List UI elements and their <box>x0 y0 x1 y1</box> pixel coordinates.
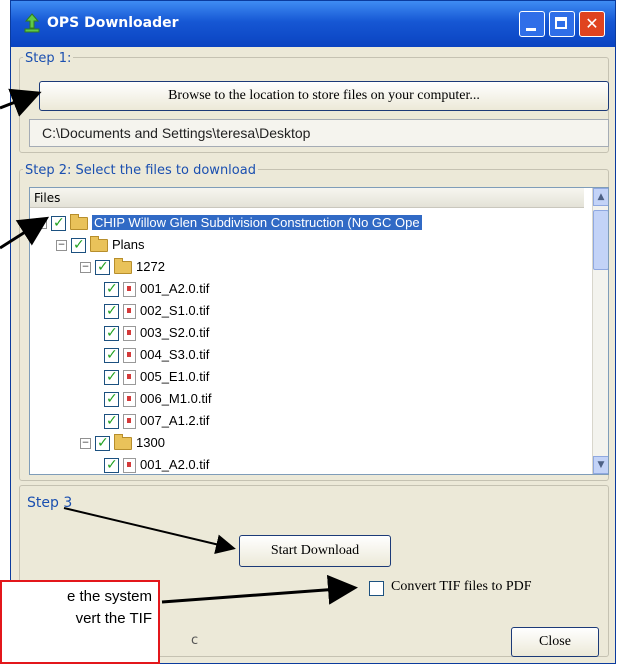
tree-row[interactable]: 001_A2.0.tif <box>104 278 209 300</box>
file-icon <box>123 325 136 341</box>
tree-row-label: 004_S3.0.tif <box>140 347 210 362</box>
folder-icon <box>114 257 132 274</box>
collapse-icon[interactable]: − <box>56 239 67 251</box>
callout-line-1: e the system <box>66 588 152 605</box>
tree-row-label: 003_S2.0.tif <box>140 325 210 340</box>
tree-row-label: 005_E1.0.tif <box>140 369 210 384</box>
tree-row[interactable]: − CHIP Willow Glen Subdivision Constructi… <box>36 212 422 234</box>
tree-row[interactable]: 001_A2.0.tif <box>104 454 210 474</box>
file-icon <box>123 391 136 407</box>
tree-checkbox[interactable] <box>95 256 110 278</box>
tree-row-label: 1300 <box>136 435 165 450</box>
path-field[interactable]: C:\Documents and Settings\teresa\Desktop <box>29 119 609 147</box>
tree-row[interactable]: 004_S3.0.tif <box>104 344 209 366</box>
files-column-header[interactable]: Files <box>30 188 584 208</box>
tree-checkbox[interactable] <box>104 322 119 344</box>
tree-row[interactable]: − Plans <box>56 234 145 256</box>
maximize-button[interactable] <box>549 11 575 37</box>
step3-label: Step 3 <box>27 495 73 511</box>
app-icon <box>24 13 40 33</box>
tree-checkbox[interactable] <box>104 410 119 432</box>
tree-row[interactable]: 002_S1.0.tif <box>104 300 209 322</box>
file-tree[interactable]: Files − CHIP Willow Glen Subdivision Cons… <box>29 187 609 475</box>
callout-box: e the system vert the TIF <box>0 580 160 664</box>
collapse-icon[interactable]: − <box>80 261 91 273</box>
tree-row-label: 006_M1.0.tif <box>140 391 212 406</box>
collapse-icon[interactable]: − <box>36 217 47 229</box>
tree-checkbox[interactable] <box>104 300 119 322</box>
partial-hidden-text: c <box>191 633 199 648</box>
tree-checkbox[interactable] <box>104 454 119 474</box>
tree-row-label: 007_A1.2.tif <box>140 413 210 428</box>
file-icon <box>123 369 136 385</box>
tree-row-label: 002_S1.0.tif <box>140 303 210 318</box>
tree-row[interactable]: 005_E1.0.tif <box>104 366 209 388</box>
close-window-button[interactable] <box>579 11 605 37</box>
scroll-thumb[interactable] <box>593 210 608 270</box>
start-download-button[interactable]: Start Download <box>239 535 391 567</box>
step1-label: Step 1: <box>23 51 74 66</box>
file-icon <box>123 347 136 363</box>
folder-icon <box>90 235 108 252</box>
tree-row-label: CHIP Willow Glen Subdivision Constructio… <box>92 215 422 230</box>
tree-checkbox[interactable] <box>104 344 119 366</box>
convert-pdf-checkbox[interactable] <box>369 581 384 596</box>
title-bar[interactable]: OPS Downloader <box>11 1 615 47</box>
collapse-icon[interactable]: − <box>80 437 91 449</box>
browse-button[interactable]: Browse to the location to store files on… <box>39 81 609 111</box>
tree-checkbox[interactable] <box>104 278 119 300</box>
file-icon <box>123 413 136 429</box>
tree-row[interactable]: 003_S2.0.tif <box>104 322 209 344</box>
scroll-down-icon[interactable]: ▼ <box>593 456 608 474</box>
close-button[interactable]: Close <box>511 627 599 657</box>
tree-checkbox[interactable] <box>71 234 86 256</box>
tree-row-label: Plans <box>112 237 145 252</box>
folder-icon <box>114 433 132 450</box>
tree-row[interactable]: − 1272 <box>80 256 165 278</box>
tree-row[interactable]: − 1300 <box>80 432 165 454</box>
folder-icon <box>70 213 88 230</box>
file-icon <box>123 281 136 297</box>
tree-scrollbar[interactable]: ▲ ▼ <box>592 188 608 474</box>
ops-downloader-window: OPS Downloader Step 1: Browse to the loc… <box>10 0 616 664</box>
scroll-up-icon[interactable]: ▲ <box>593 188 608 206</box>
tree-checkbox[interactable] <box>104 366 119 388</box>
tree-checkbox[interactable] <box>95 432 110 454</box>
tree-row[interactable]: 006_M1.0.tif <box>104 388 212 410</box>
callout-line-2: vert the TIF <box>75 610 152 627</box>
window-title: OPS Downloader <box>47 15 179 31</box>
file-icon <box>123 457 136 473</box>
tree-checkbox[interactable] <box>104 388 119 410</box>
tree-checkbox[interactable] <box>51 212 66 234</box>
minimize-button[interactable] <box>519 11 545 37</box>
file-icon <box>123 303 136 319</box>
step2-label: Step 2: Select the files to download <box>23 163 258 178</box>
tree-row-label: 1272 <box>136 259 165 274</box>
tree-row[interactable]: 007_A1.2.tif <box>104 410 209 432</box>
convert-pdf-label: Convert TIF files to PDF <box>391 579 532 594</box>
tree-row-label: 001_A2.0.tif <box>140 457 210 472</box>
tree-row-label: 001_A2.0.tif <box>140 281 210 296</box>
